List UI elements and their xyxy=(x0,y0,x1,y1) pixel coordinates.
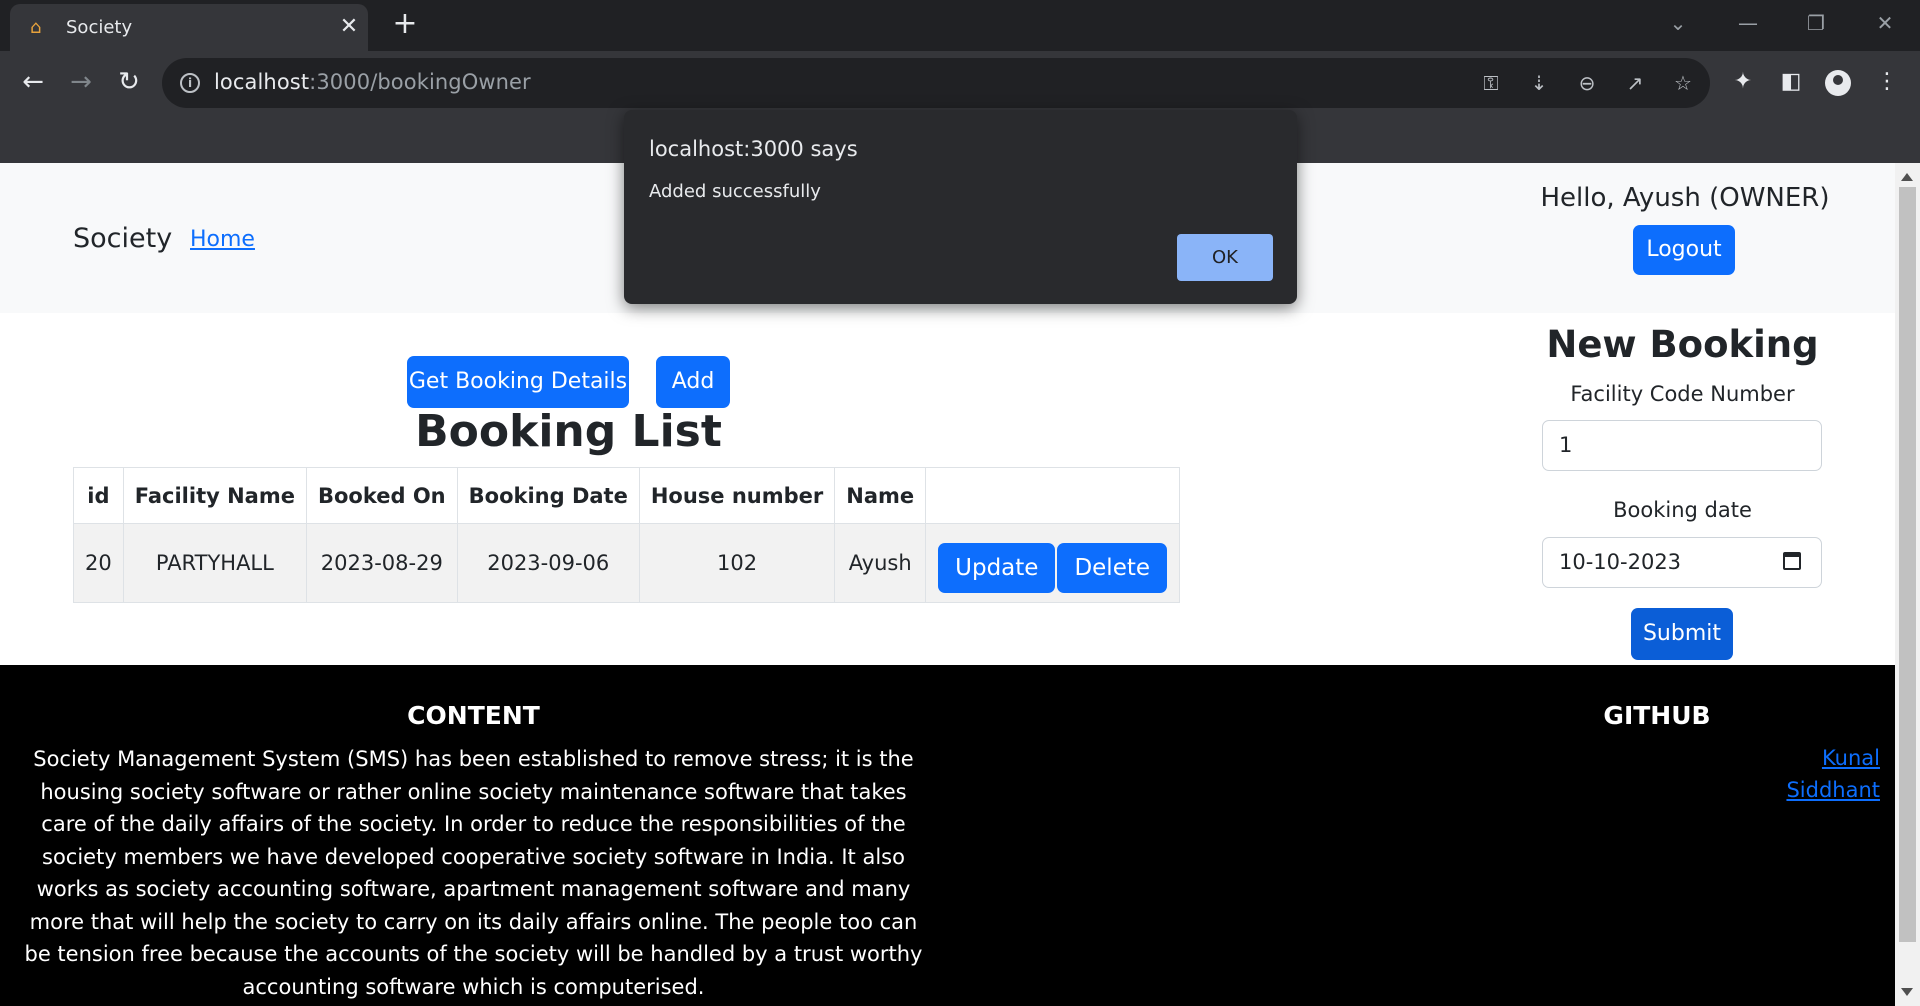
booking-date-input[interactable]: 10-10-2023 xyxy=(1542,537,1822,588)
scroll-thumb[interactable] xyxy=(1899,187,1916,942)
column-header-house-number: House number xyxy=(638,467,836,524)
browser-tab[interactable]: ⌂ Society ✕ xyxy=(10,4,368,51)
url-path: :3000/bookingOwner xyxy=(309,70,531,94)
address-bar[interactable]: i localhost:3000/bookingOwner ⚿ ⇣ ⊖ ↗ ☆ xyxy=(162,58,1710,108)
url-text: localhost:3000/bookingOwner xyxy=(214,70,531,94)
dialog-message: Added successfully xyxy=(649,181,821,202)
column-header-booking-date: Booking Date xyxy=(456,467,640,524)
booking-date-value: 10-10-2023 xyxy=(1559,550,1682,574)
browser-toolbar: ← → ↻ i localhost:3000/bookingOwner ⚿ ⇣ … xyxy=(0,51,1920,113)
user-greeting: Hello, Ayush (OWNER) xyxy=(1540,183,1830,213)
menu-kebab-icon[interactable]: ⋮ xyxy=(1868,63,1906,101)
house-favicon-icon: ⌂ xyxy=(30,17,42,38)
submit-button[interactable]: Submit xyxy=(1631,608,1733,660)
minimize-icon[interactable]: — xyxy=(1728,8,1768,38)
alert-dialog: localhost:3000 says Added successfully O… xyxy=(624,110,1297,304)
content-paragraph: Society Management System (SMS) has been… xyxy=(24,747,923,999)
booking-date-label: Booking date xyxy=(1613,498,1752,522)
facility-code-input[interactable]: 1 xyxy=(1542,420,1822,471)
dialog-ok-button[interactable]: OK xyxy=(1177,234,1273,281)
calendar-icon[interactable] xyxy=(1783,552,1801,570)
close-tab-icon[interactable]: ✕ xyxy=(336,14,362,40)
tab-strip: ⌂ Society ✕ + ⌄ — ❐ ✕ xyxy=(0,0,1920,51)
cell-house-number: 102 xyxy=(638,523,836,603)
github-link-kunal[interactable]: Kunal xyxy=(1760,746,1880,770)
column-header-booked-on: Booked On xyxy=(305,467,458,524)
column-header-facility-name: Facility Name xyxy=(122,467,307,524)
booking-table: id Facility Name Booked On Booking Date … xyxy=(73,467,1181,603)
update-button[interactable]: Update xyxy=(938,543,1056,593)
delete-button[interactable]: Delete xyxy=(1057,543,1168,593)
site-info-icon[interactable]: i xyxy=(180,73,200,93)
get-booking-details-button[interactable]: Get Booking Details xyxy=(407,356,629,408)
new-tab-icon[interactable]: + xyxy=(390,9,420,40)
profile-avatar-icon[interactable] xyxy=(1825,70,1851,96)
facility-code-label: Facility Code Number xyxy=(1570,382,1795,406)
url-host: localhost xyxy=(214,70,310,94)
bookmark-star-icon[interactable]: ☆ xyxy=(1669,69,1697,97)
table-header-row: id Facility Name Booked On Booking Date … xyxy=(73,467,1181,524)
restore-icon[interactable]: ❐ xyxy=(1796,8,1836,38)
cell-actions: Update Delete xyxy=(925,523,1181,603)
cell-booking-date: 2023-09-06 xyxy=(456,523,640,603)
install-icon[interactable]: ⇣ xyxy=(1525,69,1553,97)
key-icon[interactable]: ⚿ xyxy=(1477,69,1505,97)
scroll-down-arrow-icon[interactable] xyxy=(1901,988,1913,996)
tab-search-icon[interactable]: ⌄ xyxy=(1658,8,1698,38)
table-row: 20 PARTYHALL 2023-08-29 2023-09-06 102 A… xyxy=(73,523,1181,603)
site-footer: CONTENT Society Management System (SMS) … xyxy=(0,665,1895,1006)
add-button[interactable]: Add xyxy=(656,356,730,408)
brand-logo-text[interactable]: Society xyxy=(73,223,172,254)
github-heading: GITHUB xyxy=(1603,701,1711,730)
forward-icon[interactable]: → xyxy=(62,63,100,101)
github-link-siddhant[interactable]: Siddhant xyxy=(1760,778,1880,802)
booking-list-title: Booking List xyxy=(415,406,722,457)
content-heading: CONTENT xyxy=(407,701,540,730)
tab-title: Society xyxy=(66,17,133,38)
zoom-out-icon[interactable]: ⊖ xyxy=(1573,69,1601,97)
logout-button[interactable]: Logout xyxy=(1633,225,1735,275)
cell-id: 20 xyxy=(73,523,124,603)
dialog-title: localhost:3000 says xyxy=(649,137,858,161)
column-header-id: id xyxy=(73,467,124,524)
cell-facility-name: PARTYHALL xyxy=(122,523,307,603)
column-header-name: Name xyxy=(834,467,927,524)
cell-booked-on: 2023-08-29 xyxy=(305,523,458,603)
cell-name: Ayush xyxy=(834,523,927,603)
scroll-up-arrow-icon[interactable] xyxy=(1901,173,1913,181)
home-link[interactable]: Home xyxy=(190,227,255,252)
new-booking-title: New Booking xyxy=(1546,323,1819,366)
close-window-icon[interactable]: ✕ xyxy=(1865,8,1905,38)
page-scrollbar[interactable] xyxy=(1895,163,1920,1006)
extensions-icon[interactable]: ✦ xyxy=(1724,63,1762,101)
share-icon[interactable]: ↗ xyxy=(1621,69,1649,97)
side-panel-icon[interactable]: ◧ xyxy=(1772,63,1810,101)
column-header-actions xyxy=(925,467,1181,524)
back-icon[interactable]: ← xyxy=(14,63,52,101)
reload-icon[interactable]: ↻ xyxy=(110,63,148,101)
